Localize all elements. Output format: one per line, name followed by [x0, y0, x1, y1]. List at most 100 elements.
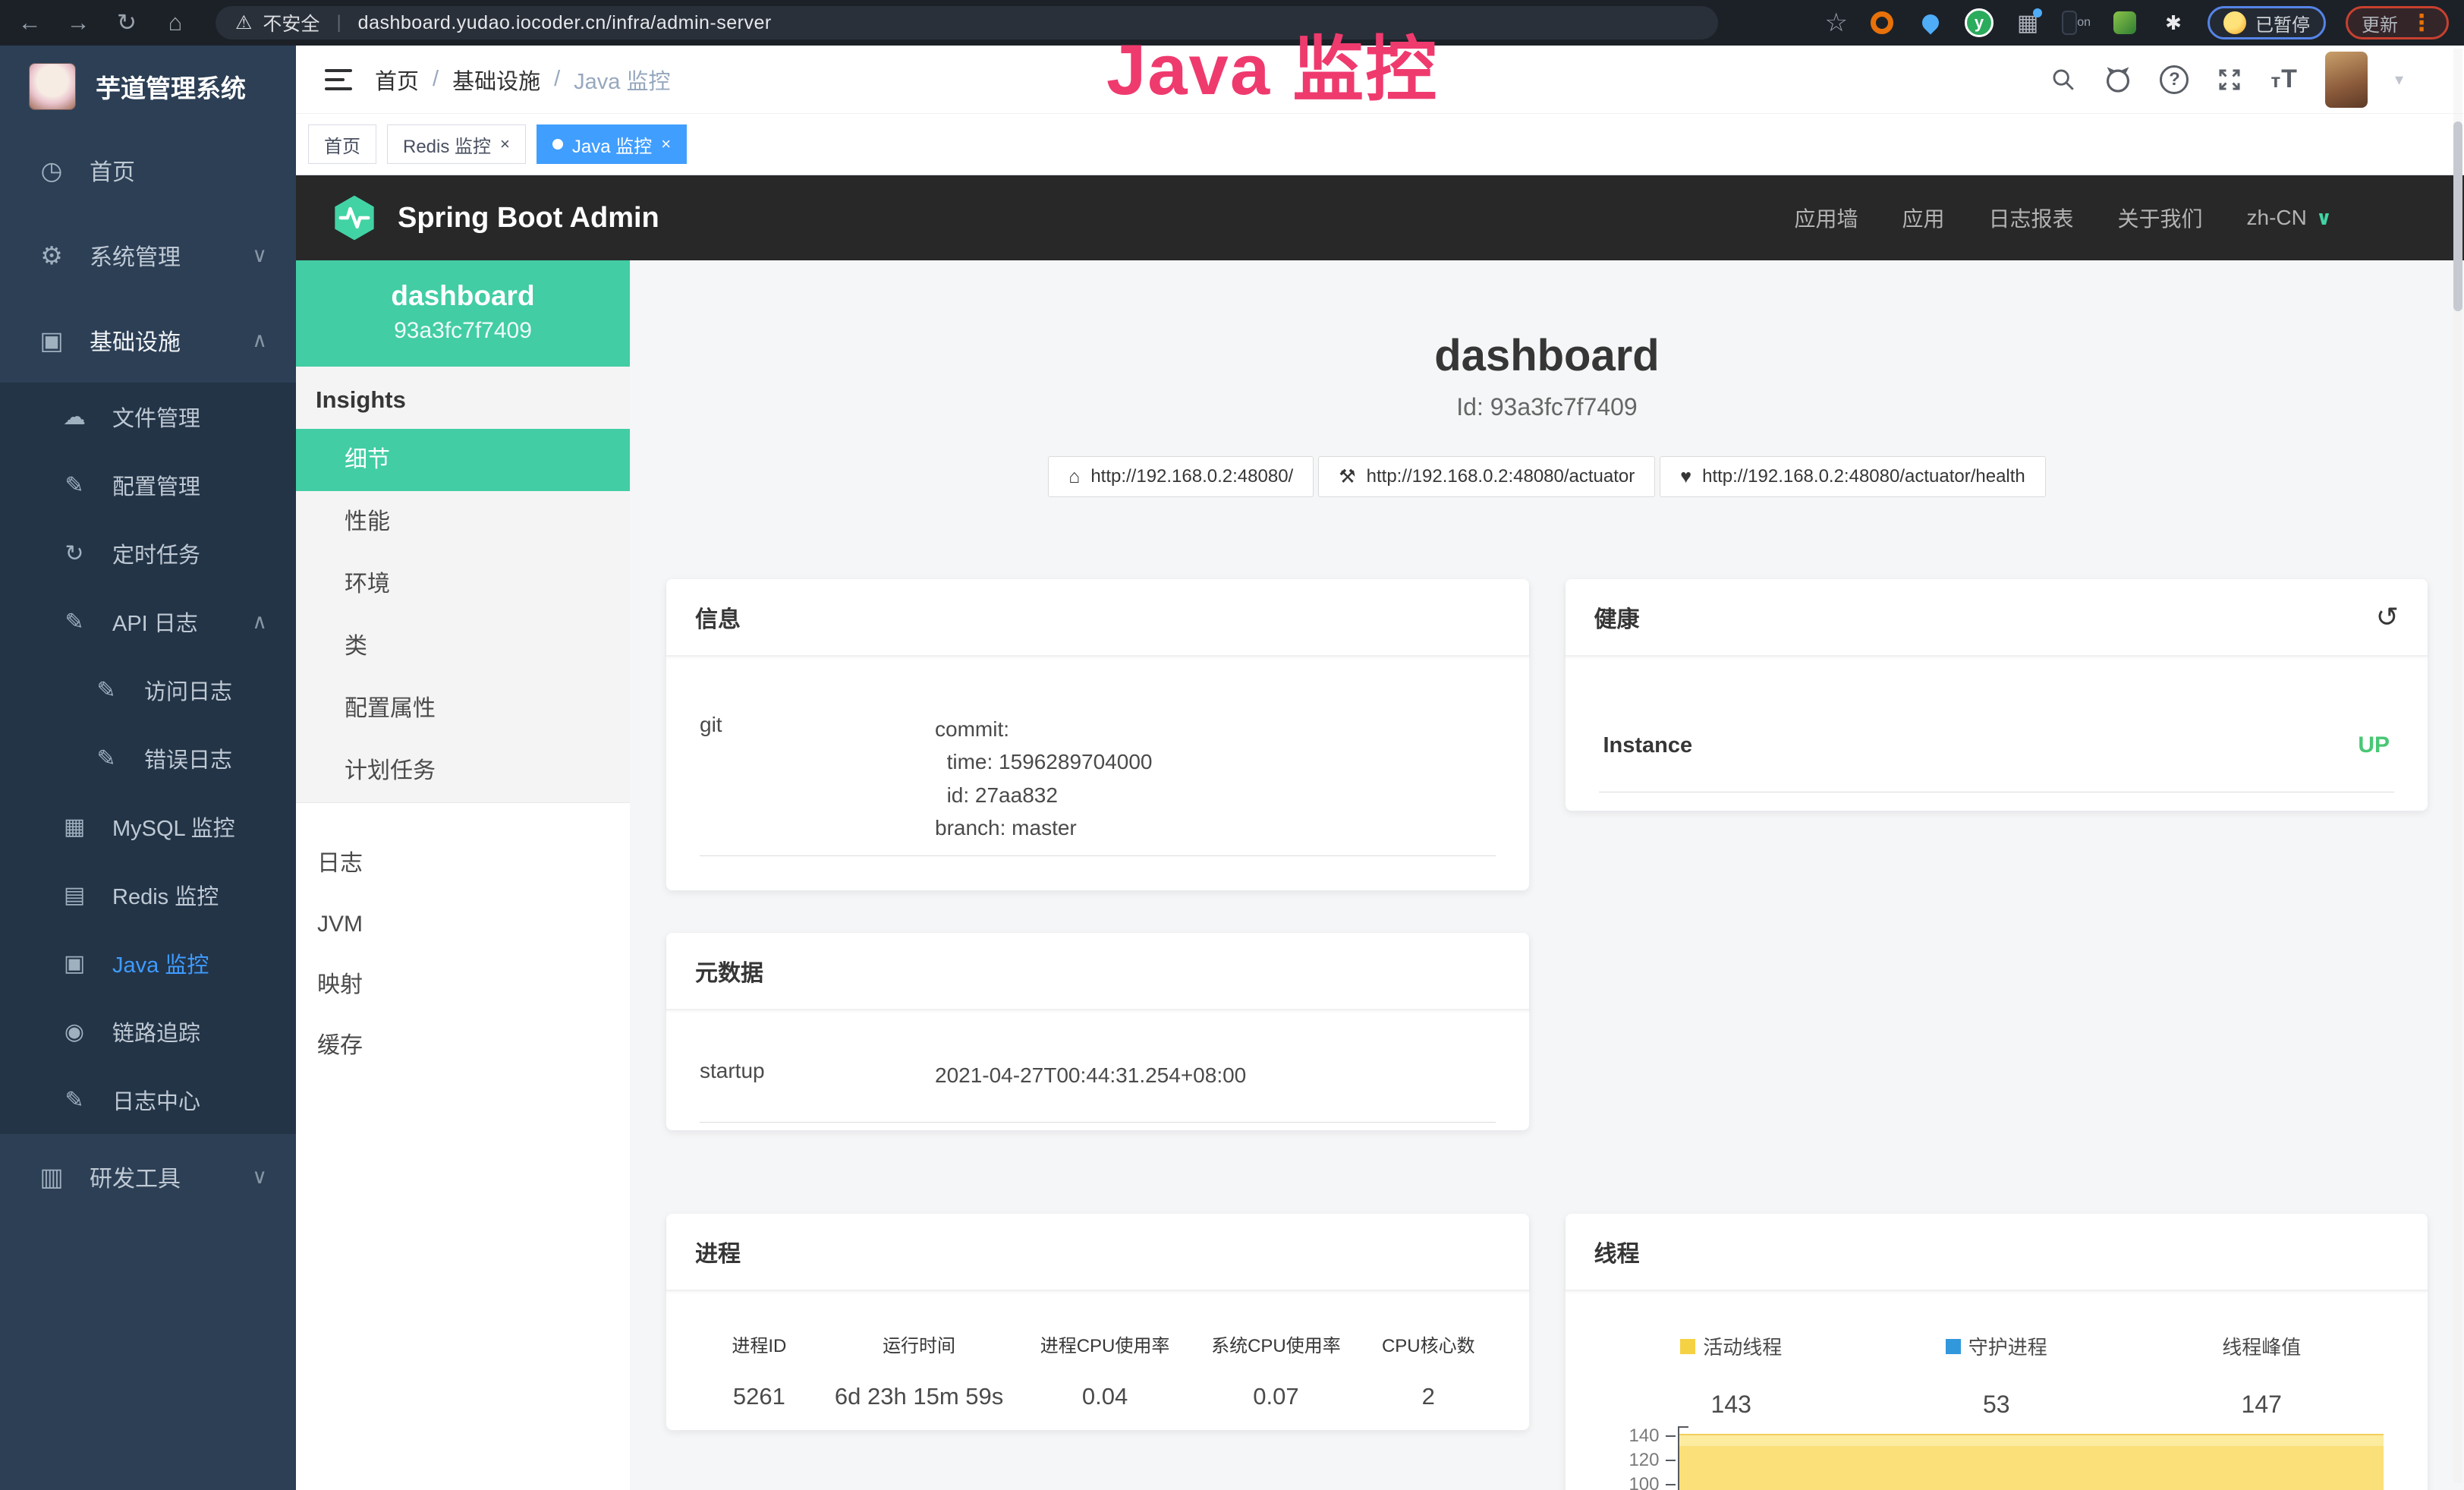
sidebar-item-home[interactable]: ◷ 首页	[0, 128, 296, 213]
sidebar-item-scheduled-jobs[interactable]: ↻ 定时任务	[0, 519, 296, 587]
link-button-health[interactable]: ♥ http://192.168.0.2:48080/actuator/heal…	[1660, 456, 2046, 497]
tab-redis-monitor[interactable]: Redis 监控 ×	[387, 124, 526, 164]
help-icon[interactable]: ?	[2160, 65, 2189, 94]
instance-header[interactable]: dashboard 93a3fc7f7409	[296, 260, 630, 367]
link-button-actuator[interactable]: ⚒ http://192.168.0.2:48080/actuator	[1318, 456, 1655, 497]
nav-link-applications[interactable]: 应用	[1902, 203, 1944, 233]
sba-item-logs[interactable]: 日志	[296, 833, 630, 894]
monitor-icon: ▣	[33, 326, 70, 355]
nav-link-about[interactable]: 关于我们	[2118, 203, 2203, 233]
caret-down-icon[interactable]: ▾	[2395, 70, 2403, 90]
extension-colorzilla-icon[interactable]	[1868, 8, 1896, 37]
nav-link-wall[interactable]: 应用墙	[1794, 203, 1858, 233]
close-icon[interactable]: ×	[500, 134, 510, 154]
sidebar-item-config-manage[interactable]: ✎ 配置管理	[0, 451, 296, 519]
locale-select[interactable]: zh-CN ∨	[2247, 206, 2332, 230]
y-axis-cap	[1678, 1426, 1688, 1428]
breadcrumb-item[interactable]: 首页	[375, 64, 419, 96]
browser-home-button[interactable]: ⌂	[161, 9, 190, 36]
paused-badge[interactable]: 已暂停	[2208, 6, 2326, 39]
collapse-sidebar-icon[interactable]	[325, 69, 352, 90]
url-bar[interactable]: ⚠ 不安全 | dashboard.yudao.iocoder.cn/infra…	[216, 6, 1718, 39]
sba-logo-icon	[329, 193, 379, 243]
sidebar-item-dev-tools[interactable]: ▥ 研发工具 ∨	[0, 1134, 296, 1219]
table-row: Instance UP	[1599, 657, 2395, 792]
app-logo-image	[29, 63, 76, 110]
y-axis-tick	[1666, 1484, 1676, 1485]
extension-leaf-icon[interactable]	[2110, 8, 2139, 37]
sidebar-item-redis-monitor[interactable]: ▤ Redis 监控	[0, 861, 296, 929]
sba-item-mappings[interactable]: 映射	[296, 955, 630, 1016]
close-icon[interactable]: ×	[661, 134, 671, 154]
link-button-root[interactable]: ⌂ http://192.168.0.2:48080/	[1048, 456, 1314, 497]
browser-forward-button[interactable]: →	[64, 9, 93, 36]
breadcrumb-item[interactable]: 基础设施	[452, 64, 540, 96]
sidebar-item-log-center[interactable]: ✎ 日志中心	[0, 1066, 296, 1134]
grid-icon: ▦	[56, 814, 93, 840]
process-col-header: 进程ID	[700, 1331, 819, 1357]
tab-java-monitor[interactable]: Java 监控 ×	[537, 124, 687, 164]
card-title: 健康	[1594, 600, 1640, 634]
sba-item-environment[interactable]: 环境	[296, 553, 630, 616]
process-col-value: 0.04	[1019, 1383, 1190, 1410]
text-size-icon[interactable]: тT	[2270, 65, 2298, 94]
browser-scrollbar[interactable]	[2453, 49, 2462, 1483]
app-logo[interactable]: 芋道管理系统	[0, 46, 296, 128]
threads-legend: 活动线程 143 守护进程 53 线程峰值 147	[1599, 1291, 2395, 1419]
process-table: 进程ID 5261 运行时间 6d 23h 15m 59s 进程CPU使用率 0…	[700, 1291, 1496, 1410]
nav-link-journal[interactable]: 日志报表	[1989, 203, 2074, 233]
sba-brand[interactable]: Spring Boot Admin	[329, 193, 659, 243]
chevron-up-icon: ∧	[252, 610, 267, 634]
sidebar-item-api-logs[interactable]: ✎ API 日志 ∧	[0, 587, 296, 656]
fullscreen-icon[interactable]	[2216, 66, 2243, 93]
infra-submenu: ☁ 文件管理 ✎ 配置管理 ↻ 定时任务 ✎ API 日志 ∧ ✎ 访问日志 ✎	[0, 383, 296, 1134]
edit-icon: ✎	[56, 1087, 93, 1114]
sidebar-item-label: API 日志	[112, 606, 198, 638]
sba-item-scheduled-tasks[interactable]: 计划任务	[296, 740, 630, 802]
kebab-menu-icon[interactable]: ⋮	[2410, 10, 2433, 36]
extension-pin-icon[interactable]	[1916, 8, 1945, 37]
card-title: 进程	[695, 1235, 741, 1268]
sba-item-caches[interactable]: 缓存	[296, 1016, 630, 1076]
bookmark-star-icon[interactable]: ☆	[1825, 8, 1848, 38]
sidebar-item-infra[interactable]: ▣ 基础设施 ∧	[0, 298, 296, 383]
process-column: CPU核心数 2	[1361, 1331, 1495, 1410]
wrench-icon: ⚒	[1339, 465, 1355, 488]
search-icon[interactable]	[2050, 67, 2076, 93]
extension-y-icon[interactable]: y	[1965, 8, 1994, 37]
sidebar-item-tracing[interactable]: ◉ 链路追踪	[0, 997, 296, 1066]
sidebar-item-error-logs[interactable]: ✎ 错误日志	[0, 724, 296, 792]
history-icon[interactable]: ↺	[2376, 603, 2399, 631]
card-title: 信息	[695, 600, 741, 634]
update-button[interactable]: 更新 ⋮	[2346, 6, 2449, 39]
sba-item-metrics[interactable]: 性能	[296, 491, 630, 553]
sidebar-item-label: 日志中心	[112, 1084, 200, 1116]
sidebar-item-system[interactable]: ⚙ 系统管理 ∨	[0, 213, 296, 298]
scrollbar-thumb[interactable]	[2453, 121, 2462, 311]
github-icon[interactable]	[2104, 65, 2132, 94]
locale-label: zh-CN	[2247, 206, 2307, 230]
app-title: 芋道管理系统	[96, 68, 246, 105]
chevron-down-icon: ∨	[252, 244, 267, 267]
extension-grid-icon[interactable]: ▦	[2013, 8, 2042, 37]
insights-group-label: Insights	[296, 367, 630, 429]
extensions-puzzle-icon[interactable]: ✱	[2159, 8, 2188, 37]
sba-item-classes[interactable]: 类	[296, 616, 630, 678]
sidebar-item-label: 研发工具	[90, 1160, 181, 1193]
sidebar-item-mysql-monitor[interactable]: ▦ MySQL 监控	[0, 792, 296, 861]
browser-reload-button[interactable]: ↻	[112, 9, 141, 36]
sba-item-jvm[interactable]: JVM	[296, 894, 630, 955]
avatar[interactable]	[2325, 52, 2368, 108]
extension-switch-on-icon[interactable]: on	[2062, 8, 2091, 37]
url-text[interactable]: dashboard.yudao.iocoder.cn/infra/admin-s…	[358, 12, 772, 34]
threads-chart: 140 120 100	[1599, 1425, 2395, 1490]
sba-item-details[interactable]: 细节	[296, 429, 630, 491]
sidebar-item-access-logs[interactable]: ✎ 访问日志	[0, 656, 296, 724]
sba-item-config-props[interactable]: 配置属性	[296, 678, 630, 740]
sidebar-item-file-manage[interactable]: ☁ 文件管理	[0, 383, 296, 451]
sidebar-item-java-monitor[interactable]: ▣ Java 监控	[0, 929, 296, 997]
browser-back-button[interactable]: ←	[15, 9, 44, 36]
tab-home[interactable]: 首页	[308, 124, 376, 164]
security-label[interactable]: 不安全	[263, 9, 319, 36]
instance-name: dashboard	[304, 280, 622, 312]
